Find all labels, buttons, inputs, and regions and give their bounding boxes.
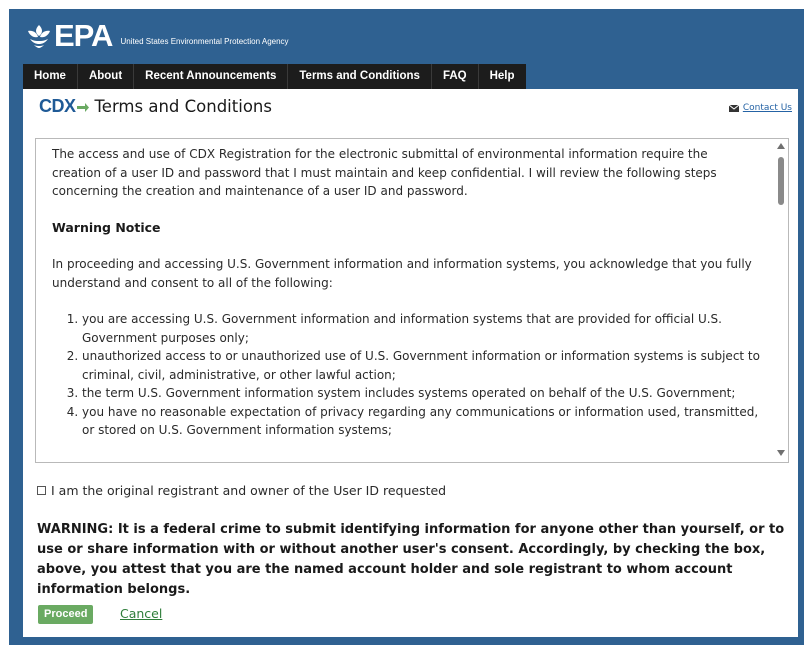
nav-help[interactable]: Help: [479, 64, 526, 89]
epa-logo[interactable]: EPA United States Environmental Protecti…: [25, 18, 289, 53]
terms-content: The access and use of CDX Registration f…: [52, 145, 760, 440]
scroll-up-icon[interactable]: [777, 143, 785, 149]
content-panel: CDX Terms and Conditions Contact Us The …: [23, 89, 798, 637]
federal-crime-warning: WARNING: It is a federal crime to submit…: [37, 522, 785, 597]
epa-banner: EPA United States Environmental Protecti…: [9, 9, 804, 645]
registrant-checkbox-label: I am the original registrant and owner o…: [51, 483, 447, 498]
nav-home[interactable]: Home: [23, 64, 78, 89]
scrollbar-thumb[interactable]: [778, 157, 784, 205]
terms-list-item: the term U.S. Government information sys…: [82, 384, 760, 403]
agency-name: United States Environmental Protection A…: [120, 36, 289, 46]
warning-notice-heading: Warning Notice: [52, 219, 161, 235]
cancel-link[interactable]: Cancel: [120, 606, 162, 621]
nav-about[interactable]: About: [78, 64, 135, 89]
cdx-logo: CDX: [39, 96, 76, 116]
contact-us-link[interactable]: Contact Us: [743, 103, 792, 113]
terms-list-item: unauthorized access to or unauthorized u…: [82, 347, 760, 384]
nav-recent-announcements[interactable]: Recent Announcements: [134, 64, 289, 89]
epa-logo-text: EPA: [54, 18, 113, 53]
page-title: Terms and Conditions: [94, 97, 272, 116]
terms-list: you are accessing U.S. Government inform…: [52, 310, 760, 440]
terms-list-item: you have no reasonable expectation of pr…: [82, 403, 760, 440]
epa-flower-icon: [28, 25, 50, 48]
page-header: CDX Terms and Conditions: [39, 96, 272, 117]
scrollbar[interactable]: [774, 139, 788, 462]
terms-list-item: you are accessing U.S. Government inform…: [82, 310, 760, 347]
terms-proceeding: In proceeding and accessing U.S. Governm…: [52, 257, 752, 290]
nav-terms-and-conditions[interactable]: Terms and Conditions: [288, 64, 432, 89]
terms-intro: The access and use of CDX Registration f…: [52, 147, 717, 198]
nav-faq[interactable]: FAQ: [432, 64, 479, 89]
cdx-arrow-icon: [76, 102, 89, 112]
scroll-down-icon[interactable]: [777, 450, 785, 456]
main-nav: Home About Recent Announcements Terms an…: [23, 64, 526, 89]
envelope-icon: [728, 104, 739, 112]
registrant-checkbox-row[interactable]: I am the original registrant and owner o…: [37, 483, 446, 498]
terms-scrollbox[interactable]: The access and use of CDX Registration f…: [35, 138, 789, 463]
proceed-button[interactable]: Proceed: [38, 605, 94, 624]
contact-us[interactable]: Contact Us: [728, 103, 792, 113]
registrant-checkbox[interactable]: [37, 486, 46, 495]
